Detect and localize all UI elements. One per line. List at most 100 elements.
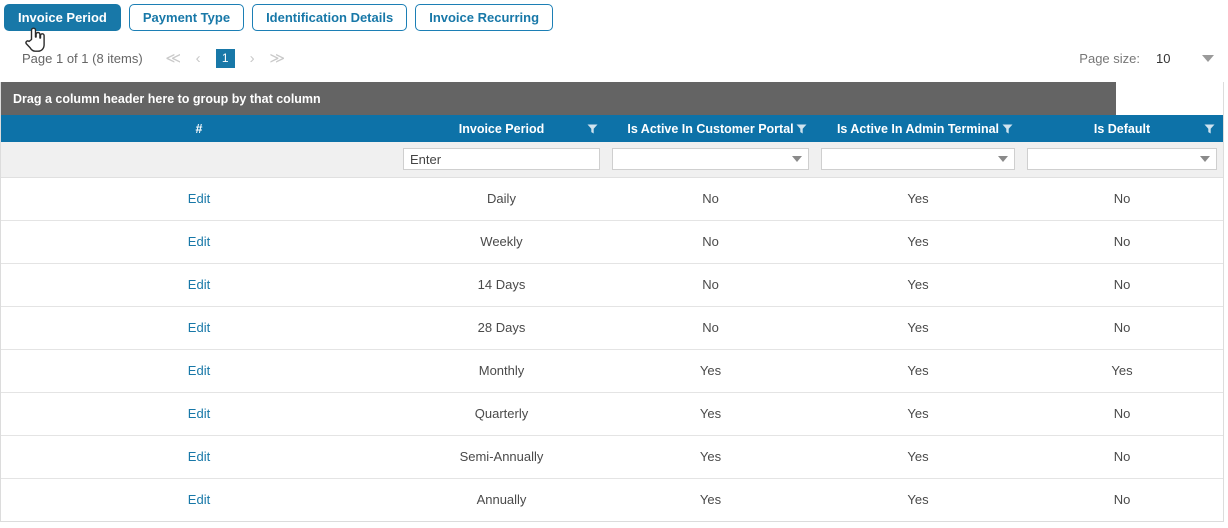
cell-is-default: No [1021, 477, 1223, 521]
page-size-label: Page size: [1079, 50, 1140, 66]
cell-invoice-period: Quarterly [397, 391, 606, 435]
cell-edit: Edit [1, 262, 397, 306]
edit-link[interactable]: Edit [188, 277, 210, 292]
tab-invoice-recurring[interactable]: Invoice Recurring [415, 4, 554, 31]
filter-cell-invoice-period [397, 142, 606, 177]
cell-is-active-customer-portal: Yes [606, 434, 815, 478]
table-row: Edit Weekly No Yes No [1, 219, 1223, 263]
cell-edit: Edit [1, 305, 397, 349]
pager-buttons: ≪ ‹ 1 › ≫ [161, 47, 290, 69]
chevron-down-icon[interactable] [1202, 54, 1214, 62]
table-row: Edit 28 Days No Yes No [1, 305, 1223, 349]
filter-customer-portal-select[interactable] [612, 148, 809, 171]
column-header-is-active-customer-portal[interactable]: Is Active In Customer Portal [606, 115, 815, 142]
filter-cell-customer-portal [606, 142, 815, 177]
filter-cell-admin-terminal [815, 142, 1021, 177]
cell-invoice-period: Annually [397, 477, 606, 521]
cell-is-active-customer-portal: Yes [606, 348, 815, 392]
cell-is-active-customer-portal: No [606, 176, 815, 220]
cell-is-active-admin-terminal: Yes [815, 305, 1021, 349]
filter-cell-is-default [1021, 142, 1223, 177]
column-header-label: Is Active In Admin Terminal [836, 121, 1000, 136]
pager-page-1-button[interactable]: 1 [215, 48, 235, 68]
filter-funnel-icon[interactable] [796, 123, 807, 134]
cell-is-default: No [1021, 391, 1223, 435]
edit-link[interactable]: Edit [188, 449, 210, 464]
group-by-drop-area[interactable]: Drag a column header here to group by th… [1, 82, 1116, 115]
cell-invoice-period: Weekly [397, 219, 606, 263]
edit-link[interactable]: Edit [188, 363, 210, 378]
cell-is-default: Yes [1021, 348, 1223, 392]
cell-invoice-period: 14 Days [397, 262, 606, 306]
table-row: Edit Monthly Yes Yes Yes [1, 348, 1223, 392]
edit-link[interactable]: Edit [188, 492, 210, 507]
edit-link[interactable]: Edit [188, 191, 210, 206]
cell-edit: Edit [1, 348, 397, 392]
edit-link[interactable]: Edit [188, 320, 210, 335]
page-size-control[interactable]: Page size: 10 [1079, 51, 1214, 66]
table-body: Edit Daily No Yes No Edit Weekly No Yes No Edit 14 … [1, 176, 1223, 521]
column-header-label: Is Active In Customer Portal [627, 121, 794, 136]
page-size-value: 10 [1156, 50, 1171, 66]
cell-edit: Edit [1, 477, 397, 521]
column-header-label: # [195, 121, 203, 136]
chevron-down-icon [1200, 156, 1210, 163]
cell-invoice-period: Semi-Annually [397, 434, 606, 478]
cell-edit: Edit [1, 219, 397, 263]
cell-is-default: No [1021, 434, 1223, 478]
filter-funnel-icon[interactable] [1204, 123, 1215, 134]
cell-is-active-customer-portal: No [606, 262, 815, 306]
filter-admin-terminal-select[interactable] [821, 148, 1015, 171]
column-header-invoice-period[interactable]: Invoice Period [397, 115, 606, 142]
cell-invoice-period: 28 Days [397, 305, 606, 349]
filter-row [1, 142, 1223, 177]
table-header-row: # Invoice Period Is Active In Customer P… [1, 115, 1223, 142]
cell-is-active-admin-terminal: Yes [815, 477, 1021, 521]
cell-is-active-admin-terminal: Yes [815, 434, 1021, 478]
cell-is-default: No [1021, 305, 1223, 349]
chevron-down-icon [792, 156, 802, 163]
table-row: Edit Annually Yes Yes No [1, 477, 1223, 521]
cell-is-active-admin-terminal: Yes [815, 348, 1021, 392]
cell-edit: Edit [1, 176, 397, 220]
cell-is-active-customer-portal: Yes [606, 477, 815, 521]
filter-cell-number [1, 142, 397, 177]
tab-identification-details[interactable]: Identification Details [252, 4, 408, 31]
cell-edit: Edit [1, 434, 397, 478]
pager-prev-button[interactable]: ‹ [186, 47, 211, 69]
tab-strip: Invoice Period Payment Type Identificati… [4, 4, 554, 31]
edit-link[interactable]: Edit [188, 234, 210, 249]
edit-link[interactable]: Edit [188, 406, 210, 421]
tab-invoice-period[interactable]: Invoice Period [4, 4, 121, 31]
filter-funnel-icon[interactable] [587, 123, 598, 134]
chevron-down-icon [998, 156, 1008, 163]
cell-edit: Edit [1, 391, 397, 435]
pager-last-button[interactable]: ≫ [265, 47, 290, 69]
column-header-is-default[interactable]: Is Default [1021, 115, 1223, 142]
column-header-is-active-admin-terminal[interactable]: Is Active In Admin Terminal [815, 115, 1021, 142]
group-by-hint-text: Drag a column header here to group by th… [13, 91, 321, 106]
cell-is-active-customer-portal: Yes [606, 391, 815, 435]
pager-info-text: Page 1 of 1 (8 items) [22, 50, 143, 66]
cell-is-active-admin-terminal: Yes [815, 176, 1021, 220]
filter-is-default-select[interactable] [1027, 148, 1217, 171]
invoice-period-table: # Invoice Period Is Active In Customer P… [1, 115, 1223, 521]
cell-is-active-customer-portal: No [606, 305, 815, 349]
pager-row: Page 1 of 1 (8 items) ≪ ‹ 1 › ≫ Page siz… [0, 44, 1228, 72]
pager-next-button[interactable]: › [240, 47, 265, 69]
pager-first-button[interactable]: ≪ [161, 47, 186, 69]
tab-payment-type[interactable]: Payment Type [128, 4, 245, 31]
cell-is-active-admin-terminal: Yes [815, 219, 1021, 263]
column-header-number[interactable]: # [1, 115, 397, 142]
cell-is-active-admin-terminal: Yes [815, 391, 1021, 435]
filter-funnel-icon[interactable] [1002, 123, 1013, 134]
table-row: Edit Quarterly Yes Yes No [1, 391, 1223, 435]
cell-is-active-customer-portal: No [606, 219, 815, 263]
cell-is-active-admin-terminal: Yes [815, 262, 1021, 306]
cell-is-default: No [1021, 219, 1223, 263]
table-row: Edit Daily No Yes No [1, 176, 1223, 220]
cell-invoice-period: Daily [397, 176, 606, 220]
filter-invoice-period-input[interactable] [403, 148, 600, 171]
cell-is-default: No [1021, 176, 1223, 220]
cell-invoice-period: Monthly [397, 348, 606, 392]
